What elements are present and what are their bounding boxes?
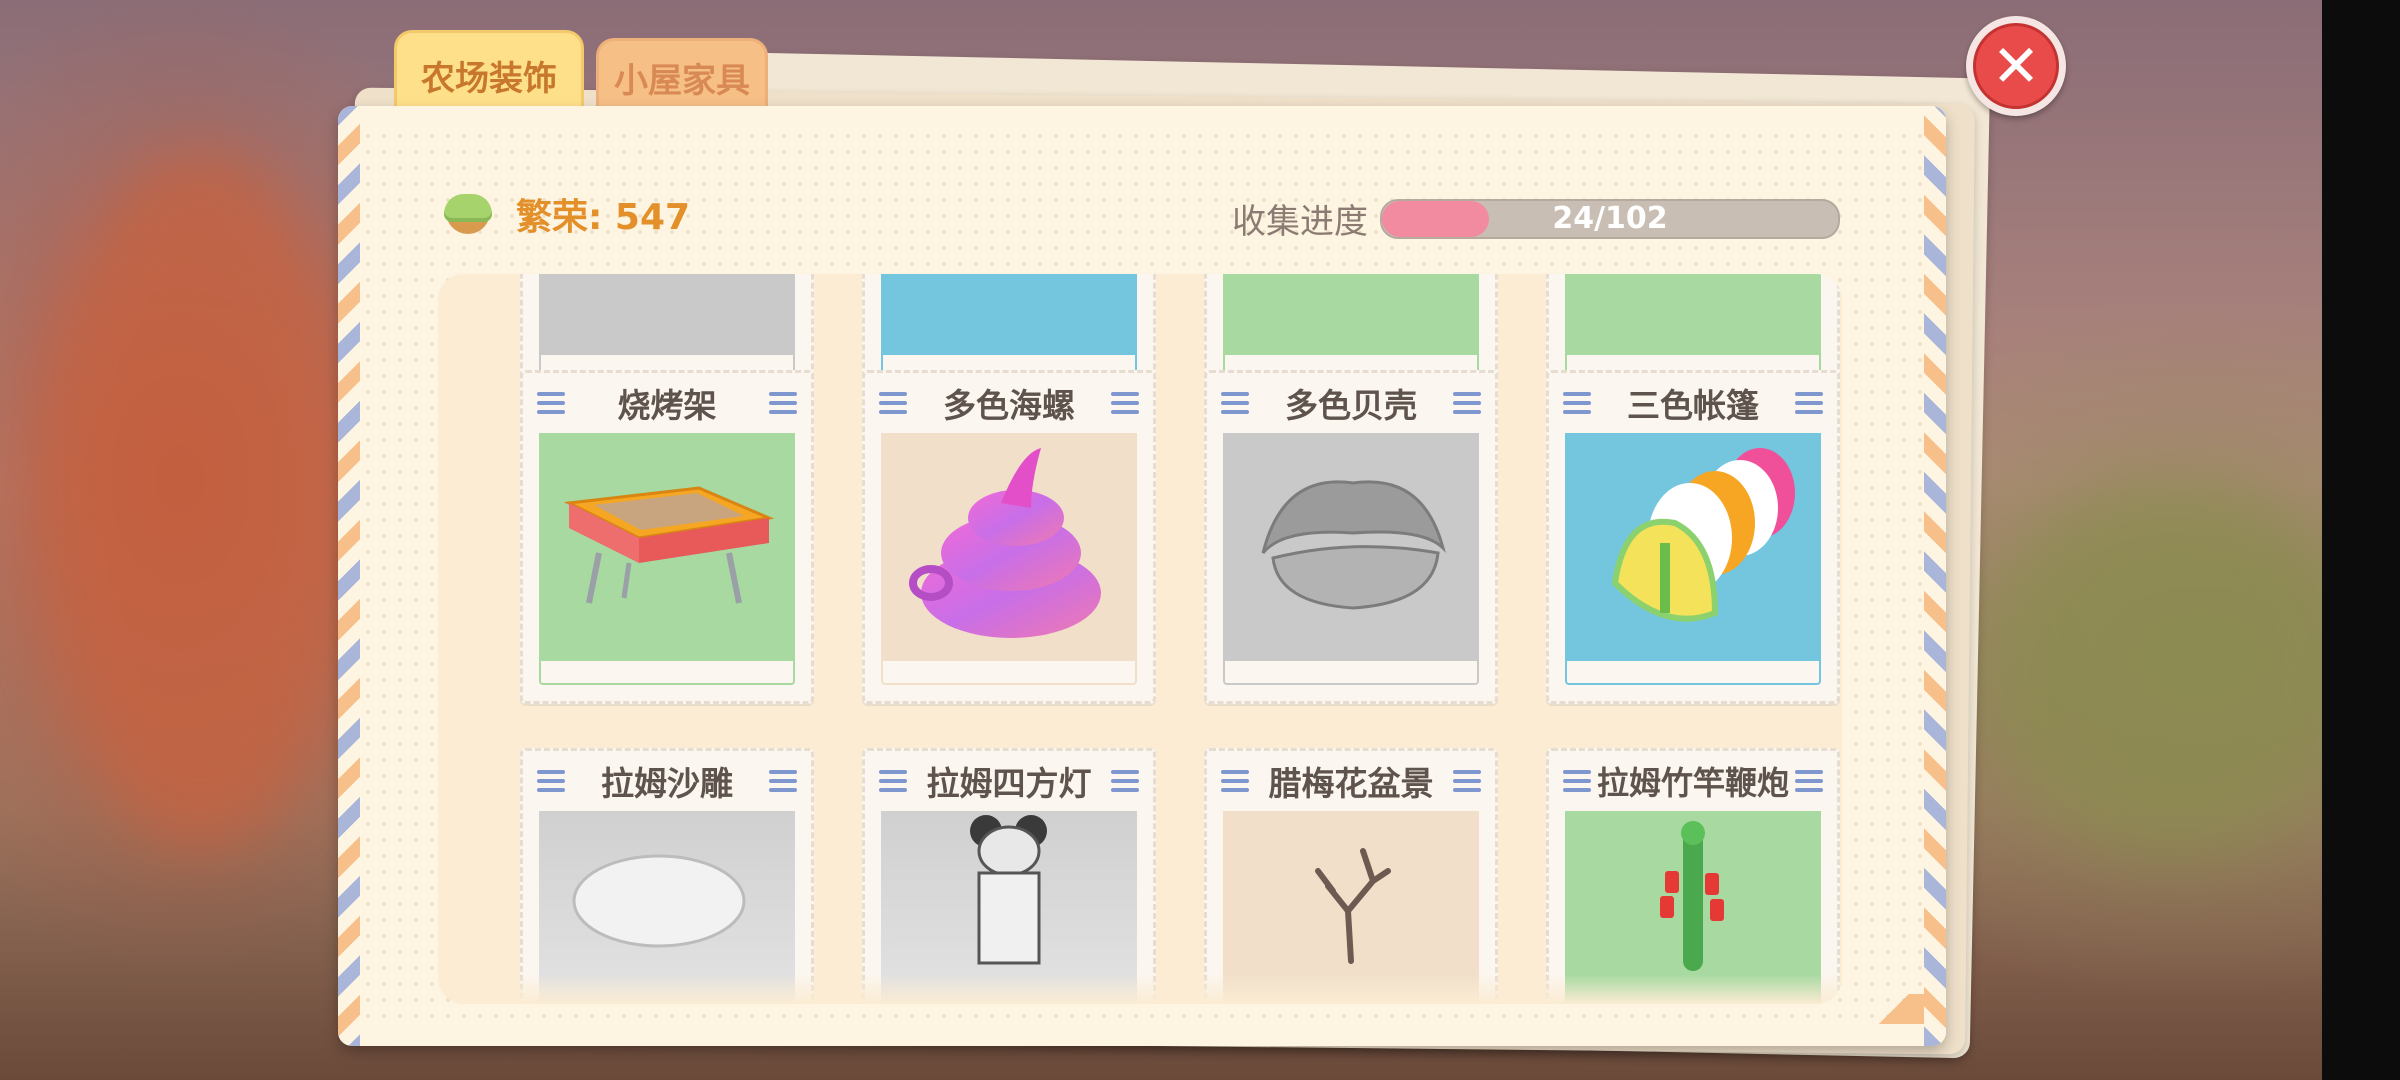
tab-cabin-furniture[interactable]: 小屋家具 (596, 38, 768, 113)
menu-icon (1221, 770, 1249, 792)
close-button[interactable]: ✕ (1966, 16, 2066, 116)
item-image (539, 433, 795, 661)
progress-text: 24/102 (1552, 201, 1668, 236)
item-name: 拉姆沙雕 (601, 764, 733, 803)
item-image (1223, 433, 1479, 661)
item-card-tent[interactable]: 三色帐篷 (1546, 370, 1840, 704)
menu-icon (879, 770, 907, 792)
menu-icon (1111, 392, 1139, 414)
item-name: 多色贝壳 (1285, 386, 1417, 425)
item-name: 拉姆四方灯 (926, 764, 1092, 803)
item-image (881, 274, 1137, 355)
item-name: 腊梅花盆景 (1268, 764, 1434, 803)
item-card-bbq-grill[interactable]: 烧烤架 (520, 370, 814, 704)
background-blur (40, 150, 360, 850)
airmail-border (338, 106, 360, 1046)
menu-icon (769, 392, 797, 414)
item-card-firecracker[interactable]: 拉姆竹竿鞭炮 (1546, 748, 1840, 1004)
tent-icon (1611, 448, 1795, 622)
item-card-sand-sculpture[interactable]: 拉姆沙雕 (520, 748, 814, 1004)
item-name: 拉姆竹竿鞭炮 (1596, 764, 1789, 802)
item-card-square-lamp[interactable]: 拉姆四方灯 (862, 748, 1156, 1004)
menu-icon (537, 770, 565, 792)
shell-icon (1261, 480, 1446, 610)
prosperity-value: 繁荣: 547 (516, 197, 691, 238)
item-name: 多色海螺 (943, 386, 1075, 425)
collection-progress-label: 收集进度 (1232, 202, 1368, 242)
menu-icon (1111, 770, 1139, 792)
panel-body: 繁荣: 547 收集进度 24/102 烧烤架 多色海螺 多色贝壳 三色帐篷 拉… (360, 128, 1924, 1024)
background-blur (1980, 480, 2360, 860)
menu-icon (1795, 392, 1823, 414)
tab-farm-decor[interactable]: 农场装饰 (394, 30, 584, 117)
item-image (1565, 433, 1821, 661)
grid-fade (438, 974, 1842, 1004)
item-card-plum-bonsai[interactable]: 腊梅花盆景 (1204, 748, 1498, 1004)
prosperity-display: 繁荣: 547 (442, 188, 690, 240)
item-name: 烧烤架 (617, 386, 717, 425)
bbq-grill-icon (563, 486, 775, 604)
menu-icon (769, 770, 797, 792)
menu-icon (879, 392, 907, 414)
item-image (1223, 274, 1479, 355)
item-image (539, 274, 795, 355)
item-grid[interactable]: 烧烤架 多色海螺 多色贝壳 三色帐篷 拉姆沙雕 拉姆四方灯 腊梅花盆景 拉姆竹竿… (438, 274, 1842, 1004)
prosperity-icon (442, 192, 494, 236)
collection-panel: 繁荣: 547 收集进度 24/102 烧烤架 多色海螺 多色贝壳 三色帐篷 拉… (338, 106, 1946, 1046)
menu-icon (537, 392, 565, 414)
menu-icon (1794, 770, 1823, 792)
item-card-shell[interactable]: 多色贝壳 (1204, 370, 1498, 704)
corner-fold (1864, 994, 1924, 1024)
close-icon: ✕ (1973, 23, 2059, 109)
item-card-conch[interactable]: 多色海螺 (862, 370, 1156, 704)
menu-icon (1563, 392, 1591, 414)
menu-icon (1453, 770, 1481, 792)
item-name: 三色帐篷 (1627, 386, 1759, 425)
menu-icon (1221, 392, 1249, 414)
screen-edge (2322, 0, 2400, 1080)
item-image (881, 433, 1137, 661)
progress-bar: 24/102 (1380, 198, 1840, 239)
conch-icon (909, 448, 1101, 638)
airmail-border (1924, 106, 1946, 1046)
collection-progress: 收集进度 24/102 (1232, 194, 1840, 243)
item-image (1565, 274, 1821, 355)
menu-icon (1563, 770, 1591, 792)
menu-icon (1453, 392, 1481, 414)
